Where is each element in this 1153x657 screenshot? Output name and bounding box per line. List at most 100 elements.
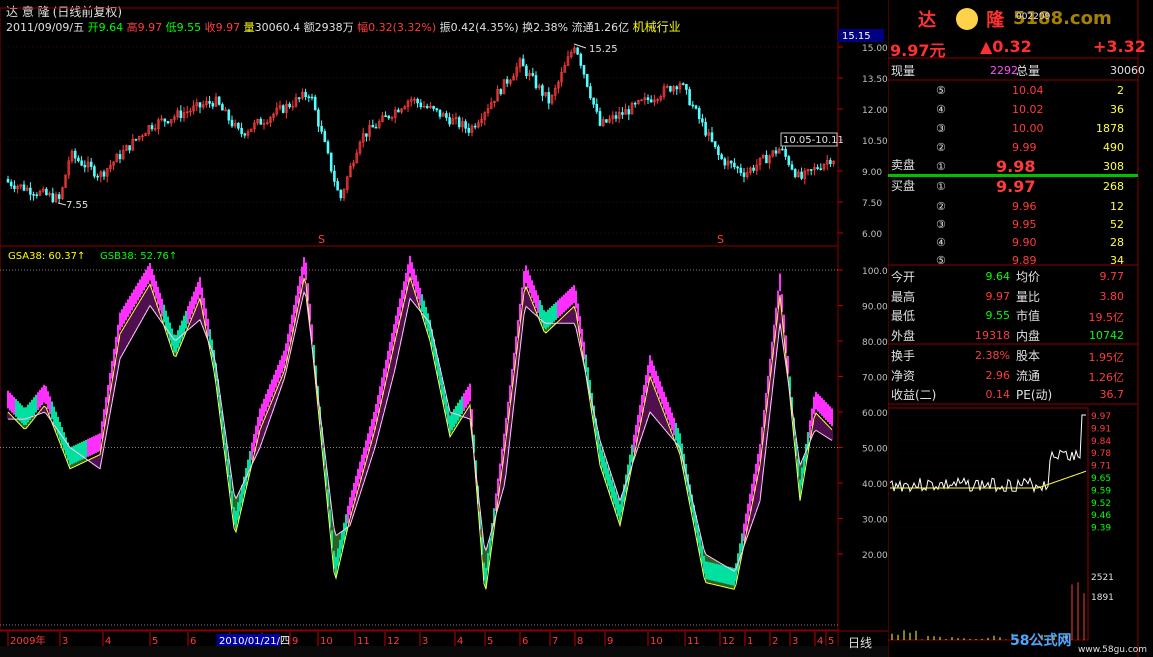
candle-body: [326, 141, 330, 154]
candle-body: [13, 185, 16, 189]
candle-body: [829, 160, 832, 164]
candle-body: [595, 103, 599, 112]
stat-value: 9.97: [985, 289, 1011, 303]
book-price: 9.90: [1012, 236, 1037, 249]
candle-body: [6, 178, 10, 183]
candle-body: [313, 96, 317, 111]
stat-value: 2.96: [985, 368, 1011, 382]
book-price: 9.95: [1012, 218, 1037, 231]
candle-body: [521, 58, 525, 67]
candle-body: [525, 65, 528, 77]
stat-label: 均价: [1016, 270, 1041, 284]
change-percent: +3.32: [1093, 37, 1146, 56]
range-note: 10.05-10.11: [783, 135, 844, 146]
time-axis: 2009年34567891011122010/01/21/四3456789101…: [7, 632, 834, 647]
book-price: 9.89: [1012, 254, 1037, 267]
mini-tick: 9.97: [1091, 412, 1111, 422]
candle-body: [240, 127, 243, 135]
stat-label: 最高: [891, 289, 916, 304]
stat-row: 换手 2.38% 股本 1.95亿: [888, 346, 1138, 365]
period-tab[interactable]: 日线: [848, 634, 872, 651]
candle-body: [35, 194, 39, 197]
candle-body: [720, 154, 723, 160]
book-volume: 28: [1110, 236, 1124, 249]
candle-body: [150, 125, 154, 130]
candle-body: [688, 89, 691, 106]
book-price: 9.98: [996, 157, 1036, 176]
bottom-tab-strip[interactable]: [0, 646, 888, 657]
book-row: ④ 9.90 28: [888, 233, 1138, 252]
candle-body: [73, 150, 77, 159]
stat-value: 9.55: [985, 309, 1011, 322]
total-vol-label: 总量: [1016, 64, 1041, 78]
candle-body: [134, 138, 138, 141]
book-price: 9.99: [1012, 141, 1037, 154]
stat-label: 外盘: [891, 328, 916, 343]
price-tick: 13.50: [862, 75, 888, 85]
book-volume: 268: [1103, 180, 1124, 193]
book-row: ③ 10.00 1878: [888, 119, 1138, 138]
candle-body: [585, 73, 589, 87]
candle-body: [230, 119, 234, 127]
gsb-label: GSB38: 52.76↑: [100, 251, 177, 262]
price-tick: 7.50: [862, 199, 882, 209]
candle-body: [57, 194, 61, 199]
candle-body: [752, 167, 755, 171]
candle-body: [22, 184, 26, 191]
mini-tick: 9.78: [1091, 449, 1111, 459]
candle-body: [733, 162, 736, 168]
candle-body: [384, 115, 387, 118]
candle-body: [9, 181, 13, 187]
candle-body: [102, 171, 106, 177]
candle-body: [742, 172, 746, 177]
candle-body: [128, 145, 131, 151]
mini-tick: 9.71: [1091, 462, 1111, 472]
change-amount: ▲0.32: [980, 37, 1032, 56]
book-level: ②: [936, 200, 946, 213]
stat-label: 流通: [1016, 368, 1041, 383]
candle-body: [198, 102, 202, 108]
stat-value: 3.80: [1099, 289, 1125, 303]
candle-body: [83, 164, 87, 168]
now-vol-label: 现量: [891, 64, 916, 78]
candle-body: [736, 166, 739, 169]
mini-frame: [888, 407, 1089, 641]
candle-body: [582, 65, 586, 75]
candle-body: [448, 117, 451, 125]
candle-body: [281, 105, 285, 113]
candle-body: [605, 119, 608, 123]
candle-body: [457, 117, 461, 128]
candle-body: [598, 111, 602, 126]
book-price: 9.97: [996, 177, 1036, 196]
candle-body: [397, 109, 400, 113]
indicator-tick: 70.00: [862, 374, 888, 384]
chart-canvas[interactable]: 15.00 13.50 12.00 10.50 9.00 7.50 6.00 100.00 9…: [0, 0, 888, 657]
candle-body: [374, 126, 378, 129]
price-tick: 10.50: [862, 137, 888, 147]
indicator-series: [7, 255, 833, 590]
candle-body: [729, 160, 733, 164]
book-row: ⑤ 10.04 2: [888, 81, 1138, 100]
candle-body: [784, 148, 787, 157]
candle-body: [438, 109, 442, 117]
candle-body: [320, 125, 323, 132]
gsa-label: GSA38: 60.37↑: [8, 251, 85, 262]
candle-body: [499, 89, 503, 95]
book-row: ① 9.98 308: [888, 157, 1138, 176]
candle-body: [211, 103, 215, 107]
book-price: 10.00: [1012, 122, 1044, 135]
mini-tick: 9.39: [1091, 524, 1111, 534]
high-note: 15.25: [589, 44, 618, 55]
book-level: ③: [936, 218, 946, 231]
stat-value: 9.64: [985, 270, 1011, 283]
candle-body: [800, 171, 803, 179]
stat-value: 19318: [975, 328, 1010, 342]
candle-body: [166, 121, 170, 124]
candle-body: [621, 112, 624, 115]
candle-body: [323, 131, 327, 143]
stat-label: 股本: [1016, 349, 1041, 363]
book-price: 10.04: [1012, 84, 1044, 97]
chart-area[interactable]: 达 意 隆 (日线前复权) 2011/09/09/五 开9.64 高9.97 低9…: [0, 0, 888, 657]
book-volume: 308: [1103, 160, 1124, 173]
stat-label: 换手: [891, 349, 916, 363]
